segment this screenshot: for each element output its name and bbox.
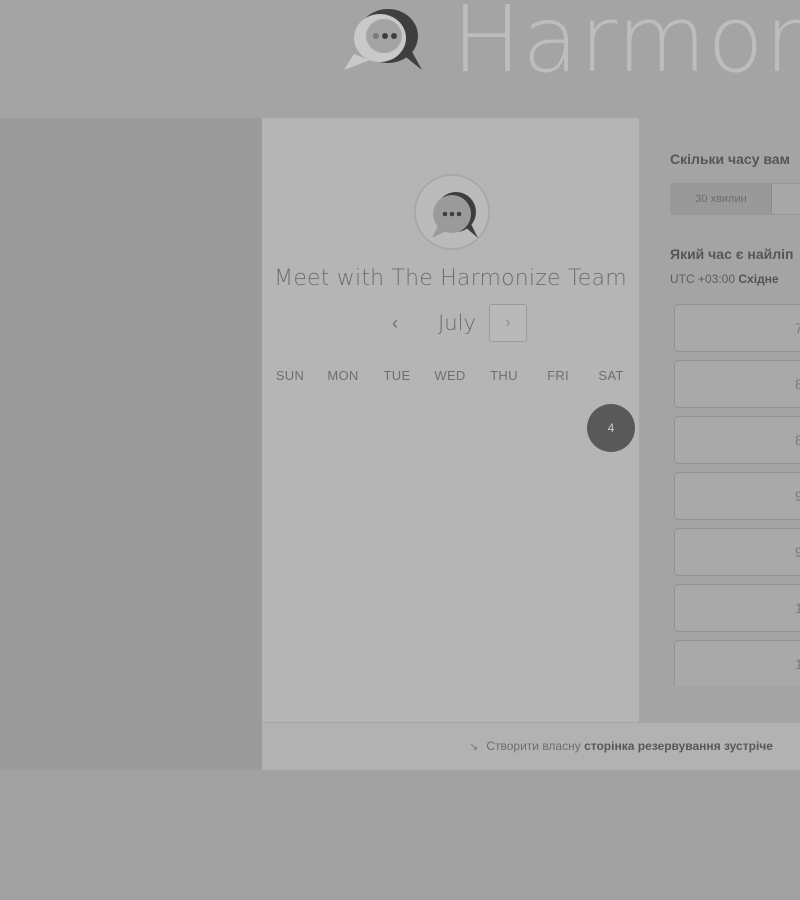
time-slot[interactable]: 10 — [674, 640, 800, 686]
weekday-mon: MON — [327, 368, 359, 383]
time-slot[interactable]: 7 — [674, 304, 800, 352]
page-header: Harmon — [0, 0, 800, 118]
timezone-label[interactable]: UTC +03:00 Східне — [670, 272, 779, 286]
weekday-tue: TUE — [383, 368, 411, 383]
weekday-sun: SUN — [275, 368, 305, 383]
chat-bubble-icon — [432, 192, 478, 238]
wand-icon: ↘ — [469, 741, 479, 753]
weekday-wed: WED — [434, 368, 466, 383]
time-slot-label: 10 — [795, 600, 800, 616]
time-panel: Скільки часу вам 30 хвилин Який час є на… — [639, 118, 800, 722]
time-question: Який час є найліп — [670, 246, 794, 262]
harmonize-logo-icon — [340, 2, 426, 74]
footer: ↘ Створити власну сторінка резервування … — [262, 722, 800, 770]
timezone-name: Східне — [738, 272, 779, 286]
duration-selector: 30 хвилин — [670, 183, 800, 215]
chevron-right-icon[interactable]: › — [489, 304, 527, 342]
time-slot-label: 9 — [795, 544, 800, 560]
time-slot-label: 9 — [795, 488, 800, 504]
page-bottom — [0, 770, 800, 900]
time-slot-list: 7 8 8 9 9 10 10 — [674, 304, 800, 686]
create-booking-page-link[interactable]: ↘ Створити власну сторінка резервування … — [469, 739, 773, 753]
weekday-thu: THU — [490, 368, 518, 383]
time-slot[interactable]: 8 — [674, 360, 800, 408]
month-label: July — [438, 311, 476, 335]
chevron-left-icon[interactable]: ‹ — [382, 310, 408, 336]
weekday-sat: SAT — [598, 368, 624, 383]
selected-day[interactable]: 4 — [587, 404, 635, 452]
duration-option-30[interactable]: 30 хвилин — [671, 184, 772, 214]
time-slot-label: 8 — [795, 376, 800, 392]
time-slot[interactable]: 8 — [674, 416, 800, 464]
footer-link-bold: сторінка резервування зустріче — [584, 739, 773, 753]
brand-name: Harmon — [452, 0, 800, 93]
time-slot-label: 7 — [795, 320, 800, 336]
calendar-panel: Meet with The Harmonize Team ‹ July › SU… — [262, 118, 639, 722]
duration-question: Скільки часу вам — [670, 151, 790, 167]
footer-link-prefix: Створити власну — [486, 739, 581, 753]
month-navigation: ‹ July › — [262, 304, 639, 344]
time-slot-label: 10 — [795, 656, 800, 672]
avatar — [414, 174, 490, 250]
page-title: Meet with The Harmonize Team — [274, 266, 627, 291]
timezone-offset: UTC +03:00 — [670, 272, 736, 286]
time-slot-label: 8 — [795, 432, 800, 448]
weekday-fri: FRI — [547, 368, 569, 383]
weekday-header: SUN MON TUE WED THU FRI SAT — [262, 368, 639, 388]
time-slot[interactable]: 9 — [674, 528, 800, 576]
time-slot[interactable]: 9 — [674, 472, 800, 520]
time-slot[interactable]: 10 — [674, 584, 800, 632]
